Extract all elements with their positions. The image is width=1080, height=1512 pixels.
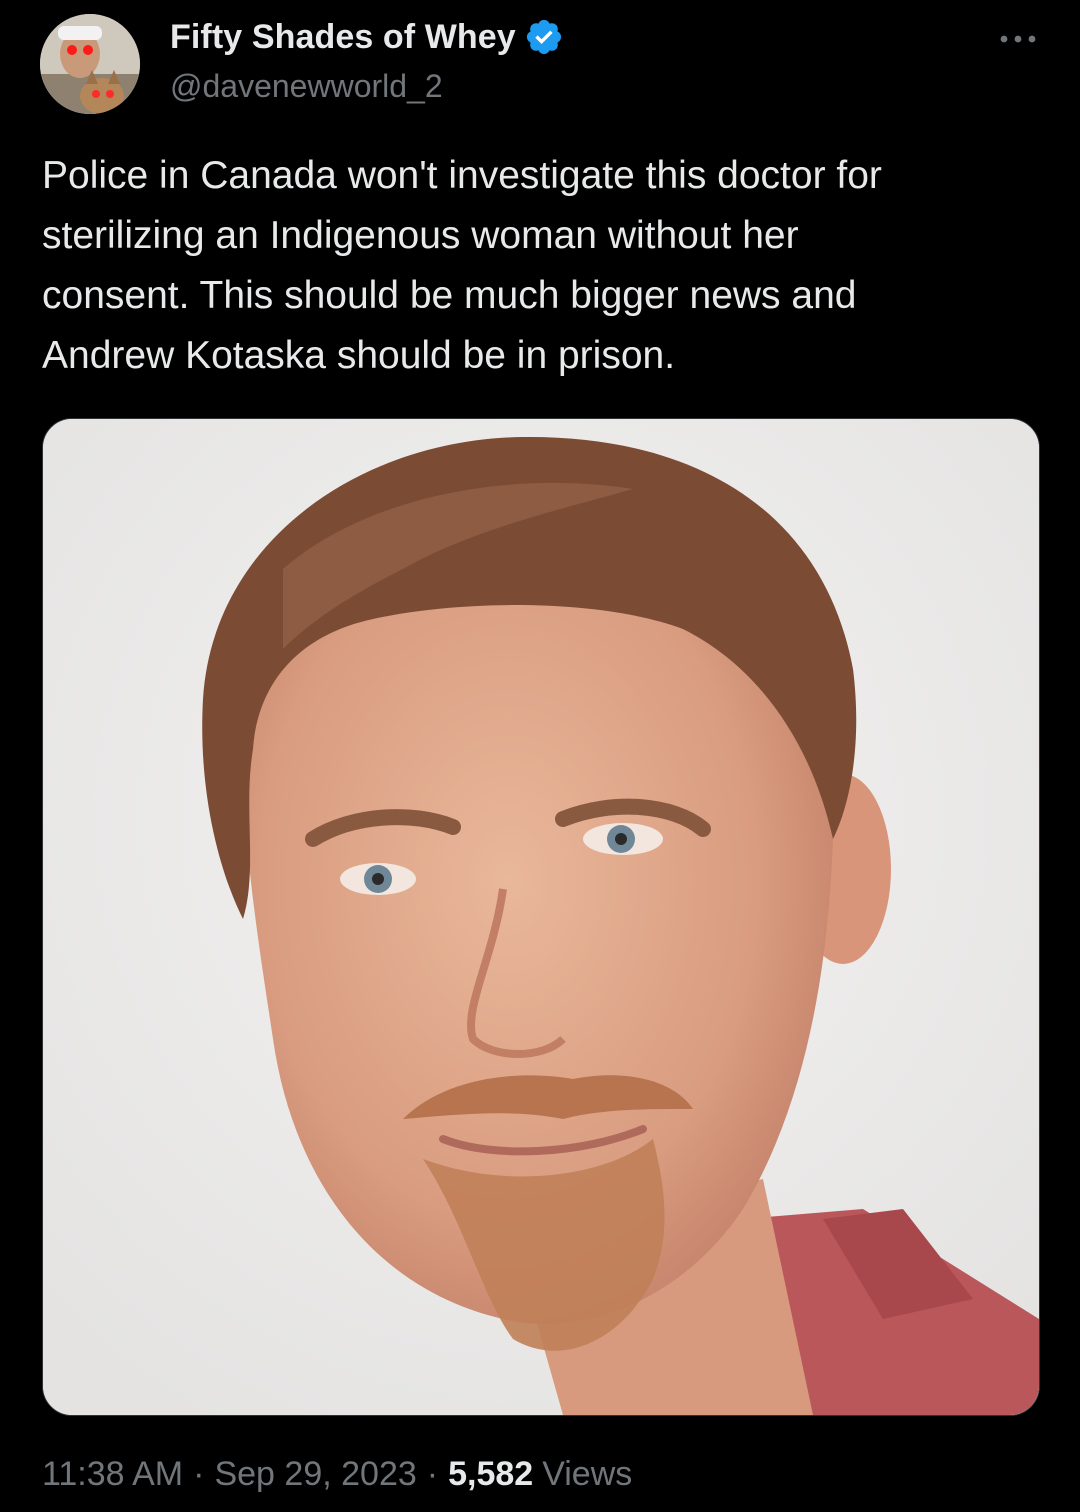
tweet-media[interactable] xyxy=(42,418,1040,1416)
more-horizontal-icon xyxy=(1000,35,1036,43)
verified-badge-icon[interactable] xyxy=(524,17,564,57)
tweet-time[interactable]: 11:38 AM xyxy=(42,1455,183,1494)
author-name-row: Fifty Shades of Whey xyxy=(170,14,564,60)
author-handle[interactable]: @davenewworld_2 xyxy=(170,68,564,105)
tweet-date[interactable]: Sep 29, 2023 xyxy=(214,1455,416,1494)
meta-separator: · xyxy=(426,1455,439,1493)
views-count[interactable]: 5,582 xyxy=(448,1455,533,1494)
tweet: Fifty Shades of Whey @davenewworld_2 Pol… xyxy=(0,0,1080,1512)
tweet-meta: 11:38 AM · Sep 29, 2023 · 5,582 Views xyxy=(42,1455,632,1494)
author-info: Fifty Shades of Whey @davenewworld_2 xyxy=(170,14,564,114)
more-button[interactable] xyxy=(996,26,1040,52)
author-display-name[interactable]: Fifty Shades of Whey xyxy=(170,18,516,57)
portrait-photo-icon xyxy=(43,419,1039,1415)
views-label[interactable]: Views xyxy=(542,1455,632,1494)
avatar-photo-icon xyxy=(40,14,140,114)
meta-separator: · xyxy=(193,1455,205,1493)
tweet-text: Police in Canada won't investigate this … xyxy=(42,154,882,377)
author-avatar[interactable] xyxy=(40,14,140,114)
